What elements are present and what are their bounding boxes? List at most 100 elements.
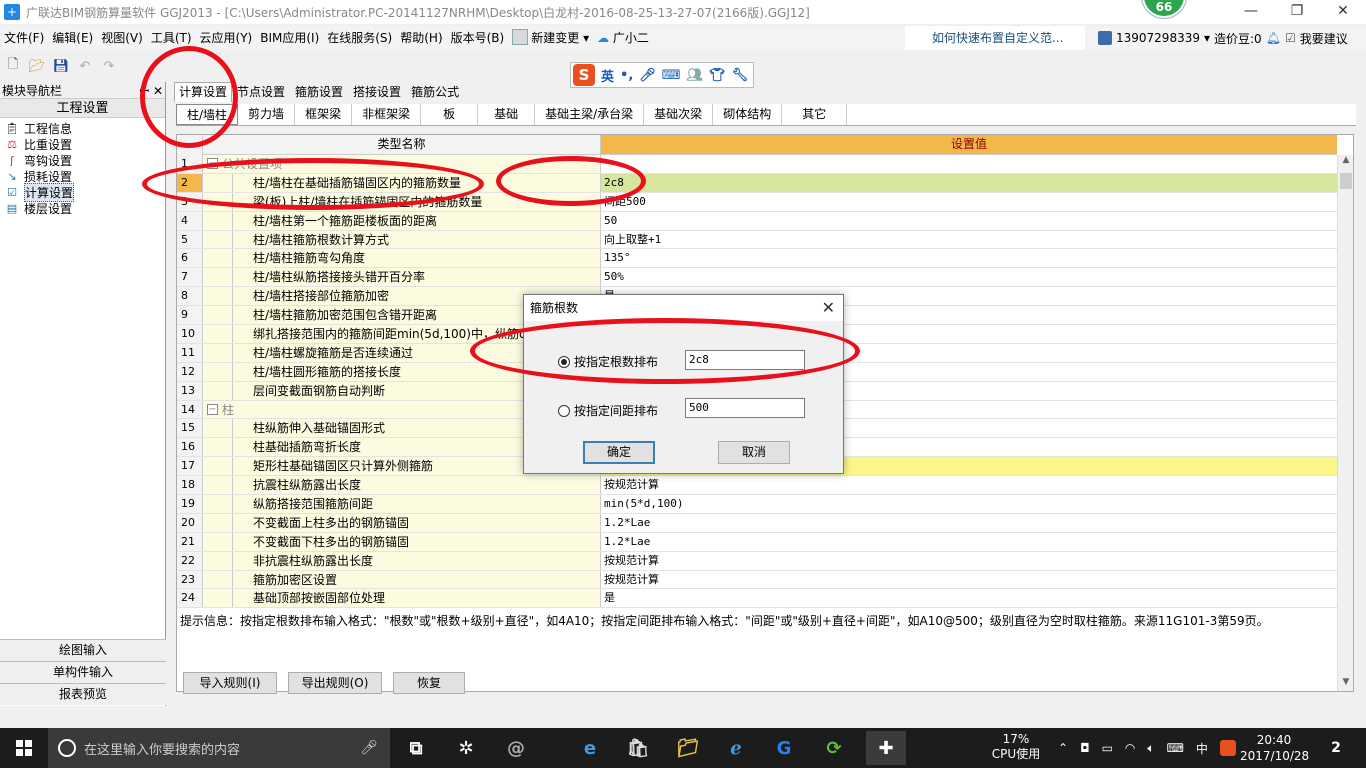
nav-report-preview[interactable]: 报表预览 [0, 683, 166, 705]
microphone-icon[interactable]: 🎤︎ [360, 740, 378, 756]
project-settings-section[interactable]: 工程设置 [0, 98, 165, 118]
row-value-cell[interactable]: 向上取整+1 [601, 231, 1337, 249]
tray-app-icon[interactable]: ◘ [1080, 741, 1090, 755]
row-value-cell[interactable]: 1.2*Lae [601, 514, 1337, 532]
wrench-icon[interactable]: 🔧︎ [732, 68, 749, 83]
export-rules-button[interactable]: 导出规则(O) [288, 672, 382, 694]
save-icon[interactable]: 💾︎ [52, 57, 70, 75]
volume-icon[interactable]: 🔈︎ [1147, 741, 1154, 756]
new-file-icon[interactable]: 🗋 [4, 57, 22, 75]
ggj-app-icon[interactable]: ✚ [866, 731, 906, 765]
dialog-close-icon[interactable]: ✕ [822, 298, 835, 317]
cancel-button[interactable]: 取消 [718, 441, 790, 464]
collapse-icon[interactable]: − [207, 403, 218, 415]
sogou-tray-icon[interactable] [1219, 740, 1236, 756]
tab-other[interactable]: 其它 [782, 104, 848, 125]
notification-center-icon[interactable]: 2 [1322, 734, 1350, 762]
ime-indicator[interactable]: 中 [1196, 740, 1208, 757]
table-row[interactable]: 2 柱/墙柱在基础插筋锚固区内的箍筋数量 2c8 [177, 173, 1353, 193]
clock[interactable]: 20:40 2017/10/28 [1240, 732, 1309, 764]
row-value-cell[interactable]: min(5*d,100) [601, 495, 1337, 513]
edge-icon[interactable]: e [576, 734, 604, 762]
row-value-cell[interactable]: 按规范计算 [601, 552, 1337, 570]
undo-icon[interactable]: ↶ [76, 57, 94, 75]
browser-360-icon[interactable]: ⟳ [820, 734, 848, 762]
row-value-cell[interactable]: 50 [601, 212, 1337, 230]
tab-frame-beam[interactable]: 框架梁 [295, 104, 353, 125]
task-view-icon[interactable]: ⧉ [402, 734, 430, 762]
menu-cloud[interactable]: 云应用(Y) [196, 26, 257, 50]
wifi-icon[interactable]: ◠ [1125, 741, 1135, 755]
table-row[interactable]: 21 不变截面下柱多出的钢筋锚固 1.2*Lae [177, 532, 1353, 552]
scroll-down-icon[interactable]: ▼ [1338, 677, 1353, 691]
tab-masonry[interactable]: 砌体结构 [713, 104, 783, 125]
spacing-input[interactable]: 500 [685, 398, 805, 418]
collapse-icon[interactable]: − [207, 158, 218, 169]
count-input[interactable]: 2c8 [685, 350, 805, 370]
chevron-down-icon[interactable]: ▾ [1204, 31, 1210, 45]
bell-icon[interactable]: 🔔︎ [1266, 31, 1281, 45]
tab-column[interactable]: 柱/墙柱 [176, 104, 239, 125]
tab-calc-settings[interactable]: 计算设置 [174, 82, 233, 102]
radio-count[interactable] [558, 355, 570, 368]
table-row[interactable]: 3 梁(板)上柱/墙柱在插筋锚固区内的箍筋数量 间距500 [177, 192, 1353, 212]
menu-version[interactable]: 版本号(B) [447, 26, 509, 50]
user-group-icon[interactable]: 👥︎ [687, 68, 704, 83]
nav-drawing-input[interactable]: 绘图输入 [0, 639, 166, 661]
import-rules-button[interactable]: 导入规则(I) [183, 672, 277, 694]
glodon-app-icon[interactable]: G [770, 734, 798, 762]
table-row[interactable]: 4 柱/墙柱第一个箍筋距楼板面的距离 50 [177, 211, 1353, 231]
nav-item-density[interactable]: ⚖ 比重设置 [4, 136, 165, 152]
row-value-cell[interactable]: 间距500 [601, 193, 1337, 211]
ok-button[interactable]: 确定 [583, 441, 655, 464]
row-value-cell[interactable]: 按规范计算 [601, 476, 1337, 494]
close-button[interactable]: ✕ [1320, 0, 1366, 24]
maximize-button[interactable]: ❐ [1274, 0, 1320, 24]
tab-foundation-main-beam[interactable]: 基础主梁/承台梁 [535, 104, 645, 125]
fan-app-icon[interactable]: ✲ [452, 734, 480, 762]
menu-file[interactable]: 文件(F) [0, 26, 48, 50]
table-row[interactable]: 18 抗震柱纵筋露出长度 按规范计算 [177, 476, 1353, 496]
pin-close-icon[interactable]: ꟷ ✕ [139, 82, 163, 99]
nav-single-component[interactable]: 单构件输入 [0, 661, 166, 683]
tab-stirrup-settings[interactable]: 箍筋设置 [290, 82, 348, 102]
suggest-link[interactable]: 我要建议 [1300, 30, 1348, 47]
option-by-count[interactable]: 按指定根数排布 [558, 353, 658, 370]
row-value-cell[interactable]: 2c8 [601, 173, 1337, 192]
punctuation-icon[interactable]: •, [620, 68, 633, 83]
option-by-spacing[interactable]: 按指定间距排布 [558, 402, 658, 419]
nav-item-calc-settings[interactable]: ☑ 计算设置 [4, 182, 165, 202]
tab-slab[interactable]: 板 [421, 104, 479, 125]
battery-icon[interactable]: ▭ [1102, 741, 1113, 755]
nav-item-project-info[interactable]: 📋︎ 工程信息 [4, 120, 165, 136]
keyboard-icon[interactable]: ⌨ [1167, 741, 1184, 755]
table-row[interactable]: 24 基础顶部按嵌固部位处理 是 [177, 589, 1353, 609]
table-row[interactable]: 5 柱/墙柱箍筋根数计算方式 向上取整+1 [177, 230, 1353, 250]
file-explorer-icon[interactable]: 📁︎ [674, 734, 702, 762]
notification-badge[interactable]: 66 [1142, 0, 1186, 18]
menu-tools[interactable]: 工具(T) [147, 26, 196, 50]
microphone-icon[interactable]: 🎤︎ [639, 68, 656, 83]
row-value-cell[interactable] [601, 155, 1337, 173]
shirt-icon[interactable]: 👕︎ [709, 68, 726, 83]
tray-expand-icon[interactable]: ⌃ [1058, 741, 1068, 755]
redo-icon[interactable]: ↷ [100, 57, 118, 75]
table-row[interactable]: 22 非抗震柱纵筋露出长度 按规范计算 [177, 551, 1353, 571]
spiral-app-icon[interactable]: @ [502, 734, 530, 762]
tab-foundation-secondary-beam[interactable]: 基础次梁 [644, 104, 714, 125]
table-row[interactable]: 20 不变截面上柱多出的钢筋锚固 1.2*Lae [177, 513, 1353, 533]
row-value-cell[interactable]: 按规范计算 [601, 571, 1337, 589]
table-row[interactable]: 6 柱/墙柱箍筋弯勾角度 135° [177, 249, 1353, 269]
minimize-button[interactable]: — [1228, 0, 1274, 24]
open-folder-icon[interactable]: 📂︎ [28, 57, 46, 75]
row-value-cell[interactable]: 1.2*Lae [601, 533, 1337, 551]
radio-spacing[interactable] [558, 404, 570, 417]
tab-stirrup-formula[interactable]: 箍筋公式 [406, 82, 464, 102]
keyboard-icon[interactable]: ⌨ [662, 68, 681, 83]
new-change-button[interactable]: 新建变更 ▾ [508, 26, 593, 50]
start-button[interactable] [0, 728, 48, 768]
menu-edit[interactable]: 编辑(E) [48, 26, 97, 50]
tab-shear-wall[interactable]: 剪力墙 [238, 104, 296, 125]
menu-view[interactable]: 视图(V) [97, 26, 147, 50]
nav-item-floor[interactable]: ▤ 楼层设置 [4, 200, 165, 216]
